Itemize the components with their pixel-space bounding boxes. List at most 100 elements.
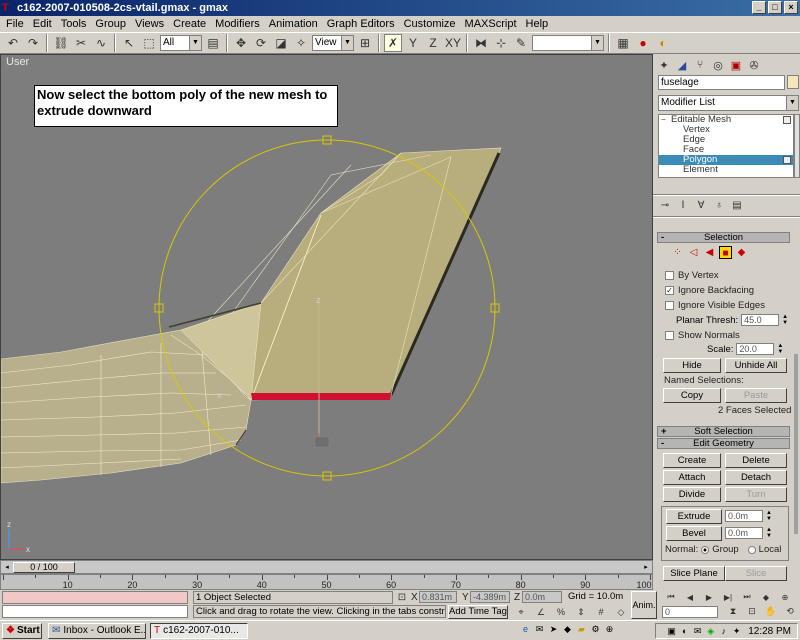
selected-bottom-polygon[interactable] — [251, 393, 391, 400]
user-viewport[interactable]: z x z x User Now select the bottom poly … — [0, 54, 653, 560]
local-radio[interactable] — [747, 545, 756, 554]
animate-button[interactable]: Anim. — [631, 591, 657, 619]
create-tab-icon[interactable]: ✦ — [657, 58, 671, 72]
stack-item-edge[interactable]: Edge — [659, 135, 793, 145]
viewport-label[interactable]: User — [6, 56, 29, 68]
goto-end-icon[interactable]: ⏭ — [738, 591, 756, 603]
show-end-result-icon[interactable]: Ⅰ — [676, 198, 690, 212]
lock-selection-icon[interactable]: ⊡ — [395, 590, 409, 604]
maxscript-output-line[interactable] — [2, 605, 188, 618]
bind-spacewarp-icon[interactable]: ∿ — [92, 34, 110, 52]
collapse-icon[interactable]: - — [661, 439, 664, 449]
mirror-icon[interactable]: ⧓ — [472, 34, 490, 52]
tray-app-icon[interactable]: ◐ — [679, 626, 690, 637]
slice-plane-button[interactable]: Slice Plane — [663, 566, 725, 581]
current-frame-input[interactable]: 0 — [662, 606, 718, 618]
unlink-icon[interactable]: ✂ — [72, 34, 90, 52]
bevel-amount-input[interactable]: 0.0m — [725, 527, 763, 539]
pivot-center-icon[interactable]: ⊞ — [356, 34, 374, 52]
x-coord-field[interactable]: 0.831m — [419, 591, 457, 603]
chevron-down-icon[interactable]: ▼ — [591, 36, 603, 50]
show-normals-option[interactable]: Show Normals — [665, 330, 740, 341]
y-coord-field[interactable]: -4.389m — [470, 591, 510, 603]
prev-key-icon[interactable]: ◀ — [681, 591, 699, 603]
edge-level-icon[interactable]: ◁ — [687, 246, 700, 259]
motion-tab-icon[interactable]: ◎ — [711, 58, 725, 72]
named-selection-icon[interactable]: ✎ — [512, 34, 530, 52]
remove-modifier-icon[interactable]: ♁ — [712, 198, 726, 212]
scale-input[interactable]: 20.0 — [736, 343, 775, 355]
turn-button[interactable]: Turn — [725, 487, 787, 502]
stack-item-element[interactable]: Element — [659, 165, 793, 175]
configure-sets-icon[interactable]: ▤ — [730, 198, 744, 212]
expand-icon[interactable]: + — [661, 427, 667, 437]
menu-animation[interactable]: Animation — [266, 18, 324, 30]
selection-filter-dropdown[interactable]: All ▼ — [160, 35, 202, 51]
named-selection-dropdown[interactable]: ▼ — [532, 35, 604, 51]
vertex-snap-icon[interactable]: ◇ — [612, 605, 630, 619]
delete-button[interactable]: Delete — [725, 453, 787, 468]
spinner-icon[interactable]: ▲ ▼ — [782, 314, 788, 326]
snap-icon[interactable]: ⌖ — [512, 605, 530, 619]
add-time-tag-button[interactable]: Add Time Tag — [448, 605, 508, 619]
pin-stack-icon[interactable]: ⊸ — [658, 198, 672, 212]
time-config-icon[interactable]: ⧗ — [724, 605, 742, 618]
extrude-amount-input[interactable]: 0.0m — [725, 510, 763, 522]
bevel-button[interactable]: Bevel — [666, 526, 722, 541]
percent-snap-icon[interactable]: % — [552, 605, 570, 619]
close-button[interactable]: × — [784, 1, 798, 14]
gmax-app-icon[interactable]: T — [2, 2, 14, 14]
create-button[interactable]: Create — [663, 453, 721, 468]
angle-snap-icon[interactable]: ∠ — [532, 605, 550, 619]
task-outlook[interactable]: ✉ Inbox - Outlook E... — [48, 623, 146, 639]
group-radio[interactable] — [701, 545, 710, 554]
menu-file[interactable]: File — [3, 18, 30, 30]
tray-app-icon[interactable]: ✦ — [731, 626, 742, 637]
start-button[interactable]: ❖ Start — [2, 623, 42, 639]
menu-customize[interactable]: Customize — [401, 18, 462, 30]
toggle-box-icon[interactable] — [783, 156, 791, 164]
stack-scrollbar[interactable] — [794, 114, 800, 178]
command-panel-scrollbar[interactable] — [794, 354, 798, 534]
grid-snap-icon[interactable]: # — [592, 605, 610, 619]
object-name-field[interactable]: fuselage — [658, 75, 785, 90]
menu-tools[interactable]: Tools — [58, 18, 93, 30]
maximize-button[interactable]: □ — [768, 1, 782, 14]
tray-app-icon[interactable]: ▣ — [666, 626, 677, 637]
next-frame-icon[interactable]: ▸ — [640, 562, 652, 573]
stack-item-vertex[interactable]: Vertex — [659, 125, 793, 135]
reference-coord-dropdown[interactable]: View ▼ — [312, 35, 354, 51]
by-vertex-option[interactable]: By Vertex — [665, 270, 719, 281]
collapse-icon[interactable]: - — [661, 233, 664, 243]
menu-modifiers[interactable]: Modifiers — [212, 18, 266, 30]
axis-constraint-icon[interactable]: ✗ — [384, 34, 402, 52]
settings-icon[interactable]: ⚙ — [590, 624, 601, 635]
tray-app-icon[interactable]: ✉ — [692, 626, 703, 637]
zoom-extents-icon[interactable]: ⊡ — [743, 605, 761, 618]
network-icon[interactable]: ⊕ — [604, 624, 615, 635]
play-icon[interactable]: ▶ — [700, 591, 718, 603]
restrict-xy-icon[interactable]: XY — [444, 34, 462, 52]
toggle-box-icon[interactable] — [783, 116, 791, 124]
hide-button[interactable]: Hide — [663, 358, 721, 373]
attach-button[interactable]: Attach — [663, 470, 721, 485]
extrude-button[interactable]: Extrude — [666, 509, 722, 524]
paste-button[interactable]: Paste — [725, 388, 787, 403]
divide-button[interactable]: Divide — [663, 487, 721, 502]
object-color-swatch[interactable] — [787, 75, 799, 89]
ignore-backfacing-checkbox[interactable]: ✓ — [665, 286, 674, 295]
selection-rollout-header[interactable]: - Selection — [657, 232, 790, 243]
region-select-icon[interactable]: ⬚ — [140, 34, 158, 52]
spinner-icon[interactable]: ▲ ▼ — [766, 510, 772, 522]
task-gmax[interactable]: T c162-2007-010... — [150, 623, 248, 639]
ignore-backfacing-option[interactable]: ✓ Ignore Backfacing — [665, 285, 754, 296]
edit-geometry-rollout-header[interactable]: - Edit Geometry — [657, 438, 790, 449]
by-vertex-checkbox[interactable] — [665, 271, 674, 280]
menu-group[interactable]: Group — [92, 18, 132, 30]
stack-item-polygon[interactable]: Polygon — [659, 155, 793, 165]
folder-icon[interactable]: ▰ — [576, 624, 587, 635]
vertical-tail-mesh[interactable] — [168, 147, 502, 401]
track-bar[interactable]: 10 20 30 40 50 60 70 80 90 100 — [0, 574, 653, 590]
mail-icon[interactable]: ✉ — [534, 624, 545, 635]
undo-icon[interactable]: ↶ — [4, 34, 22, 52]
